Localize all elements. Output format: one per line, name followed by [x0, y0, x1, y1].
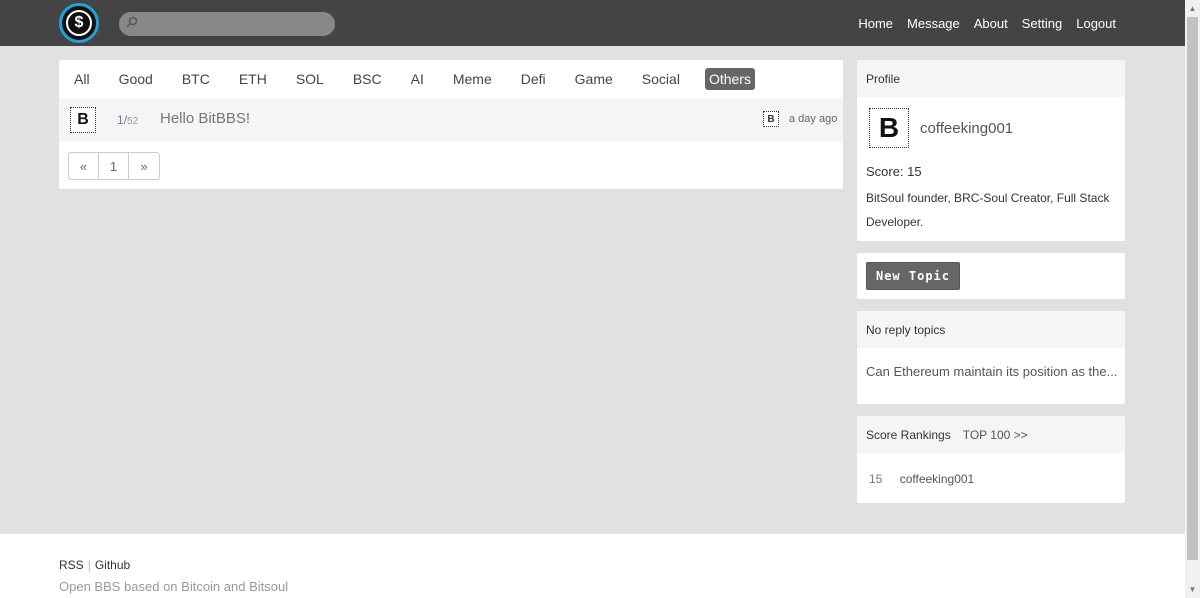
profile-score: Score: 15: [866, 164, 922, 179]
reply-count: 1: [117, 113, 124, 127]
footer: RSS | Github Open BBS based on Bitcoin and…: [0, 534, 1185, 598]
reply-view-count: 1/52: [117, 113, 138, 127]
tab-btc[interactable]: BTC: [178, 68, 214, 90]
nav-logout[interactable]: Logout: [1076, 16, 1116, 31]
nav-message[interactable]: Message: [907, 16, 960, 31]
list-item: 15 coffeeking001: [869, 472, 974, 486]
tab-meme[interactable]: Meme: [449, 68, 496, 90]
page-scrollbar[interactable]: ▲ ▼: [1185, 0, 1200, 598]
view-count: 52: [127, 116, 139, 127]
top-100-link[interactable]: TOP 100 >>: [963, 428, 1028, 442]
tab-social[interactable]: Social: [638, 68, 684, 90]
category-tabs: All Good BTC ETH SOL BSC AI Meme Defi Ga…: [59, 60, 843, 97]
tab-sol[interactable]: SOL: [292, 68, 328, 90]
pagination: « 1 »: [68, 152, 160, 180]
footer-tagline: Open BBS based on Bitcoin and Bitsoul: [59, 579, 289, 594]
scrollbar-thumb[interactable]: [1187, 17, 1198, 560]
scroll-down-arrow-icon[interactable]: ▼: [1188, 585, 1197, 594]
site-logo[interactable]: $: [59, 3, 99, 43]
tab-good[interactable]: Good: [115, 68, 157, 90]
search-input[interactable]: [119, 12, 335, 36]
topic-list-panel: All Good BTC ETH SOL BSC AI Meme Defi Ga…: [59, 60, 843, 189]
no-reply-panel: No reply topics Can Ethereum maintain it…: [857, 311, 1125, 404]
profile-heading: Profile: [857, 60, 1125, 97]
pagination-next[interactable]: »: [129, 153, 159, 179]
tab-others[interactable]: Others: [704, 67, 755, 90]
scroll-up-arrow-icon[interactable]: ▲: [1188, 4, 1197, 13]
no-reply-heading: No reply topics: [857, 311, 1125, 348]
topic-time: a day ago: [789, 113, 838, 125]
pagination-prev[interactable]: «: [69, 153, 99, 179]
nav-setting[interactable]: Setting: [1022, 16, 1062, 31]
pagination-page-1[interactable]: 1: [99, 153, 129, 179]
profile-bio: BitSoul founder, BRC-Soul Creator, Full …: [866, 191, 1110, 229]
rank-score: 15: [869, 472, 883, 486]
tab-bsc[interactable]: BSC: [349, 68, 386, 90]
topic-title-link[interactable]: Hello BitBBS!: [160, 110, 250, 127]
rankings-heading: Score Rankings TOP 100 >>: [857, 416, 1125, 453]
nav-home[interactable]: Home: [858, 16, 893, 31]
tab-ai[interactable]: AI: [407, 68, 428, 90]
rank-username[interactable]: coffeeking001: [900, 472, 975, 486]
profile-panel: Profile B coffeeking001 Score: 15 BitSou…: [857, 60, 1125, 241]
score-rankings-panel: Score Rankings TOP 100 >> 15 coffeeking0…: [857, 416, 1125, 503]
tab-all[interactable]: All: [70, 68, 94, 90]
no-reply-topic-link[interactable]: Can Ethereum maintain its position as th…: [866, 364, 1117, 379]
list-item[interactable]: B 1/52 Hello BitBBS! B a day ago: [59, 98, 843, 142]
tab-eth[interactable]: ETH: [235, 68, 271, 90]
search-icon: [126, 16, 138, 28]
tab-defi[interactable]: Defi: [517, 68, 550, 90]
new-topic-button[interactable]: New Topic: [866, 262, 960, 290]
profile-username[interactable]: coffeeking001: [920, 120, 1013, 137]
rankings-title: Score Rankings: [866, 427, 951, 442]
main-nav: Home Message About Setting Logout: [844, 0, 1116, 46]
avatar[interactable]: B: [869, 108, 909, 148]
github-link[interactable]: Github: [95, 558, 130, 572]
footer-links: RSS | Github: [59, 558, 130, 572]
last-reply-avatar[interactable]: B: [763, 111, 779, 127]
nav-about[interactable]: About: [974, 16, 1008, 31]
top-navbar: $ Home Message About Setting Logout: [0, 0, 1185, 46]
author-avatar[interactable]: B: [70, 107, 96, 133]
footer-divider: |: [87, 558, 91, 572]
new-topic-panel: New Topic: [857, 253, 1125, 299]
tab-game[interactable]: Game: [571, 68, 617, 90]
dollar-coin-icon: $: [66, 10, 92, 36]
rss-link[interactable]: RSS: [59, 558, 84, 572]
